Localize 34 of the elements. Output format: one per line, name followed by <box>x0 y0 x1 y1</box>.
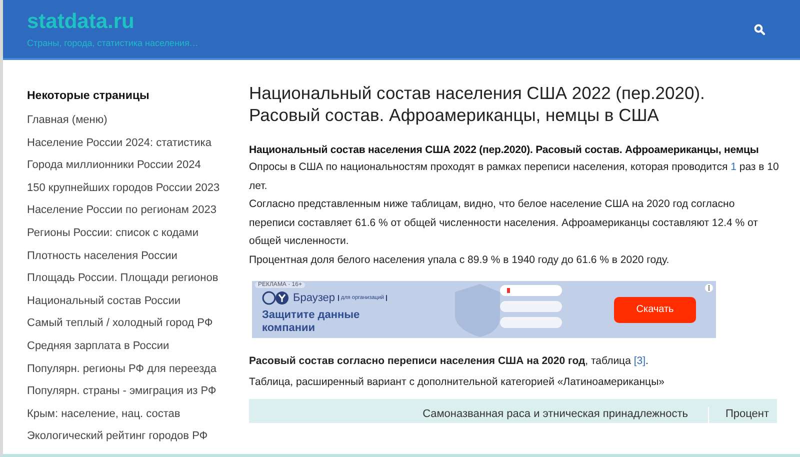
sidebar-link[interactable]: Самый теплый / холодный город РФ <box>27 315 249 338</box>
search-icon[interactable] <box>754 24 765 34</box>
browser-logo-icon <box>262 290 290 304</box>
column-header: Самоназванная раса и этническая принадлежность <box>249 407 709 423</box>
sidebar-link[interactable]: Население России 2024: статистика <box>27 134 249 158</box>
paragraph: Процентная доля белого населения упала с 89.9 % в 1940 году до 61.6 % в 2020 году. <box>249 252 670 268</box>
column-header: Процент <box>724 407 770 422</box>
sidebar-link[interactable]: Население России по регионам 2023 <box>27 202 249 225</box>
sidebar-link[interactable]: Крым: население, нац. состав <box>27 406 249 428</box>
sidebar-link[interactable]: 150 крупнейших городов России 2023 <box>27 180 249 202</box>
sidebar-link[interactable]: Главная (меню) <box>27 112 249 135</box>
table-note: Таблица, расширенный вариант с дополнительной категорией «Латиноамериканцы» <box>249 374 666 390</box>
ad-brand: Браузер <box>293 292 335 304</box>
download-button[interactable]: Скачать <box>614 296 696 322</box>
more-icon[interactable] <box>705 284 713 292</box>
sidebar-link[interactable]: Экологический рейтинг городов РФ <box>27 428 249 451</box>
inline-link[interactable]: 1 <box>730 161 736 173</box>
article-title: Национальный состав населения США 2022 (пер.2020). Расовый состав. Афроамериканцы, немцы в США <box>249 82 706 126</box>
site-tagline: Страны, города, статистика населения… <box>27 38 198 48</box>
table-caption: Расовый состав согласно переписи населения США на 2020 год, таблица [3]. <box>249 354 650 369</box>
sidebar-link[interactable]: Средняя зарплата в России <box>27 338 249 361</box>
sidebar-link[interactable]: Популярн. страны - эмиграция из РФ <box>27 383 249 406</box>
inline-link[interactable]: [3] <box>634 355 646 367</box>
sidebar-link[interactable]: Регионы России: список с кодами <box>27 224 249 248</box>
paragraph: Согласно представленным ниже таблицам, видно, что белое население США на 2020 год согласно переписи составляет 61.6 % от общей численности населения. Афроамериканцы составляют 12.4 % от общей численности. <box>249 197 759 249</box>
ad-headline: Защитите данные компании <box>262 308 361 334</box>
sidebar-link[interactable]: Популярн. регионы РФ для переезда <box>27 360 249 384</box>
sidebar-link[interactable]: Национальный состав России <box>27 292 249 316</box>
sidebar-link[interactable]: Города миллионники России 2024 <box>27 157 249 180</box>
sidebar-link[interactable]: Площадь России. Площади регионов <box>27 270 249 293</box>
section-heading: Национальный состав населения США 2022 (пер.2020). Расовый состав. Афроамериканцы, немцы <box>249 144 760 156</box>
paragraph: Опросы в США по национальностям проходят в рамках переписи населения, которая проводится 1 раз в 10 лет. <box>249 160 779 194</box>
sidebar-heading: Некоторые страницы <box>27 89 150 104</box>
sidebar-link[interactable]: Плотность населения России <box>27 248 249 270</box>
